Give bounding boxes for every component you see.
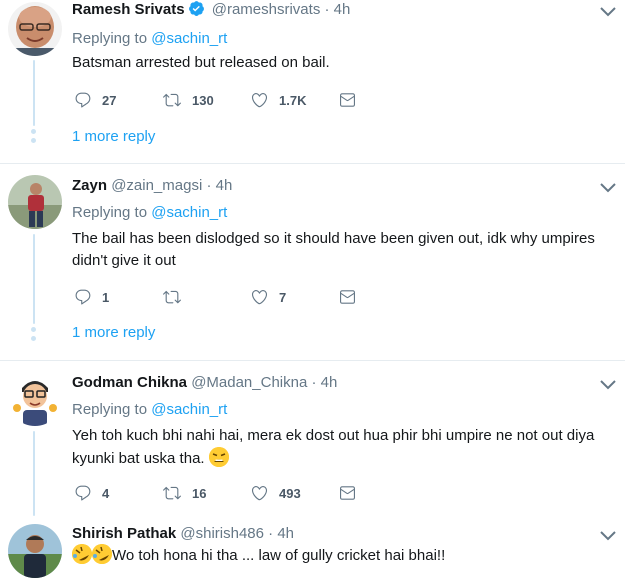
tweet: Zayn @zain_magsi · 4h Replying to @sachi… xyxy=(0,164,625,360)
weary-face-emoji-icon xyxy=(208,447,229,467)
reply-target-link[interactable]: @sachin_rt xyxy=(151,30,227,47)
retweet-button[interactable] xyxy=(162,285,192,309)
tweet-text: Yeh toh kuch bhi nahi hai, mera ek dost … xyxy=(72,425,612,470)
reply-icon xyxy=(75,485,91,501)
like-button[interactable]: 493 xyxy=(250,481,301,505)
heart-icon xyxy=(251,486,268,501)
author-name[interactable]: Shirish Pathak xyxy=(72,525,176,542)
reply-count: 1 xyxy=(102,289,110,305)
rolling-on-floor-laughing-emoji-icon xyxy=(92,544,112,564)
timestamp[interactable]: 4h xyxy=(321,374,338,391)
reply-target-link[interactable]: @sachin_rt xyxy=(151,401,227,418)
tweet-header: Zayn @zain_magsi · 4h xyxy=(72,176,232,196)
retweet-count: 16 xyxy=(192,485,207,501)
reply-count: 4 xyxy=(102,485,110,501)
tweet-text-body: Yeh toh kuch bhi nahi hai, mera ek dost … xyxy=(72,427,595,467)
tweet-text: Wo toh hona hi tha ... law of gully cric… xyxy=(72,544,612,567)
retweet-icon xyxy=(163,486,181,500)
reply-count: 27 xyxy=(102,92,117,108)
envelope-icon xyxy=(340,93,355,107)
tweet: Ramesh Srivats @rameshsrivats · 4h Reply… xyxy=(0,0,625,163)
separator-dot: · xyxy=(206,177,212,194)
replying-to-label: Replying to xyxy=(72,204,148,221)
tweet-text-body: Wo toh hona hi tha ... law of gully cric… xyxy=(112,547,446,564)
reply-target-link[interactable]: @sachin_rt xyxy=(151,204,227,221)
tweet-text: The bail has been dislodged so it should… xyxy=(72,230,595,269)
avatar[interactable] xyxy=(8,2,62,56)
reply-icon xyxy=(75,289,91,305)
tweet-header: Godman Chikna @Madan_Chikna · 4h xyxy=(72,373,337,393)
retweet-button[interactable]: 16 xyxy=(162,481,206,505)
replying-to: Replying to @sachin_rt xyxy=(72,30,227,47)
reply-button[interactable]: 27 xyxy=(74,88,116,112)
envelope-icon xyxy=(340,290,355,304)
retweet-icon xyxy=(163,93,181,107)
author-name[interactable]: Godman Chikna xyxy=(72,374,187,391)
retweet-button[interactable]: 130 xyxy=(162,88,214,112)
separator-dot: · xyxy=(268,525,274,542)
like-count: 493 xyxy=(279,485,301,501)
tweet-header: Ramesh Srivats @rameshsrivats · 4h xyxy=(72,0,350,23)
replying-to: Replying to @sachin_rt xyxy=(72,204,227,221)
like-count: 7 xyxy=(279,289,287,305)
heart-icon xyxy=(251,290,268,305)
chevron-down-icon[interactable] xyxy=(599,528,617,541)
chevron-down-icon[interactable] xyxy=(599,377,617,390)
author-name[interactable]: Zayn xyxy=(72,177,107,194)
tweet-header: Shirish Pathak @shirish486 · 4h xyxy=(72,524,294,544)
like-button[interactable]: 7 xyxy=(250,285,286,309)
tweet: Godman Chikna @Madan_Chikna · 4h Replyin… xyxy=(0,361,625,516)
avatar[interactable] xyxy=(8,524,62,578)
thread-dots xyxy=(31,327,37,345)
verified-badge-icon xyxy=(188,0,205,23)
retweet-count: 130 xyxy=(192,92,214,108)
thread-line xyxy=(33,234,35,324)
timestamp[interactable]: 4h xyxy=(216,177,233,194)
like-count: 1.7K xyxy=(279,92,307,108)
thread-line xyxy=(33,60,35,126)
rolling-on-floor-laughing-emoji-icon xyxy=(72,544,92,564)
retweet-icon xyxy=(163,290,181,304)
replying-to-label: Replying to xyxy=(72,401,148,418)
author-handle[interactable]: @shirish486 xyxy=(180,525,264,542)
author-handle[interactable]: @Madan_Chikna xyxy=(191,374,307,391)
thread-line xyxy=(33,431,35,516)
chevron-down-icon[interactable] xyxy=(599,180,617,193)
tweet: Shirish Pathak @shirish486 · 4h Wo toh h… xyxy=(0,516,625,580)
reply-button[interactable]: 4 xyxy=(74,481,109,505)
replying-to-label: Replying to xyxy=(72,30,148,47)
envelope-icon xyxy=(340,486,355,500)
like-button[interactable]: 1.7K xyxy=(250,88,306,112)
more-replies-link[interactable]: 1 more reply xyxy=(72,324,155,341)
chevron-down-icon[interactable] xyxy=(599,4,617,17)
thread-dots xyxy=(31,129,37,147)
heart-icon xyxy=(251,93,268,108)
avatar[interactable] xyxy=(8,175,62,229)
avatar[interactable] xyxy=(8,372,62,426)
author-handle[interactable]: @rameshsrivats xyxy=(212,1,321,18)
timestamp[interactable]: 4h xyxy=(334,1,351,18)
reply-button[interactable]: 1 xyxy=(74,285,109,309)
separator-dot: · xyxy=(324,1,330,18)
author-handle[interactable]: @zain_magsi xyxy=(111,177,202,194)
timestamp[interactable]: 4h xyxy=(277,525,294,542)
more-replies-link[interactable]: 1 more reply xyxy=(72,128,155,145)
replying-to: Replying to @sachin_rt xyxy=(72,401,227,418)
direct-message-button[interactable] xyxy=(338,481,357,505)
reply-icon xyxy=(75,92,91,108)
tweet-text: Batsman arrested but released on bail. xyxy=(72,54,330,71)
separator-dot: · xyxy=(311,374,317,391)
direct-message-button[interactable] xyxy=(338,285,357,309)
direct-message-button[interactable] xyxy=(338,88,357,112)
author-name[interactable]: Ramesh Srivats xyxy=(72,1,185,18)
